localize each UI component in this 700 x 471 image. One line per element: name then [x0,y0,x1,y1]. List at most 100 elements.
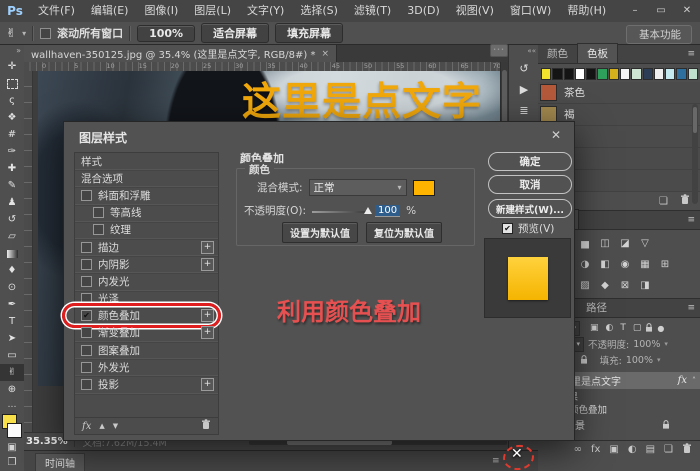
style-checkbox[interactable] [93,224,104,235]
menu-item[interactable]: 图层(L) [186,0,239,22]
layers-footer-icon[interactable]: ▣ [609,444,618,455]
swatch-chip[interactable] [665,68,675,80]
tab-close-icon[interactable]: × [321,49,329,59]
shape-tool[interactable]: ▭ [0,347,24,364]
tab-swatches[interactable]: 色板 [577,43,618,63]
tab-color[interactable]: 颜色 [538,44,577,63]
set-default-button[interactable]: 设置为默认值 [282,222,358,243]
add-instance-icon[interactable]: + [201,309,214,322]
eyedropper-tool[interactable]: ✑ [0,143,24,160]
menu-item[interactable]: 帮助(H) [559,0,614,22]
layers-footer-icon[interactable]: ◐ [628,444,637,455]
more-tools-icon[interactable]: … [8,400,17,410]
lock-all-icon[interactable] [580,355,588,365]
style-list-item[interactable]: 投影 + [75,376,218,393]
menu-item[interactable]: 滤镜(T) [346,0,399,22]
overlay-color-swatch[interactable] [413,180,435,196]
minimize-button[interactable]: – [622,0,648,22]
cancel-button[interactable]: 取消 [488,175,572,194]
tab-timeline[interactable]: 时间轴 [35,453,85,471]
style-checkbox[interactable] [81,293,92,304]
swatch-chip[interactable] [609,68,619,80]
adjustment-icon[interactable]: ◪ [618,238,632,249]
type-tool[interactable]: T [0,313,24,330]
style-checkbox[interactable] [81,276,92,287]
preview-checkbox[interactable]: ✔ [502,223,513,234]
maximize-button[interactable]: ▭ [648,0,674,22]
style-list-item[interactable]: 图案叠加 [75,342,218,359]
swatch-chip[interactable] [631,68,641,80]
tool-preset-chevron-icon[interactable]: ▾ [22,29,26,38]
swatch-chip[interactable] [586,68,596,80]
panel-menu-icon[interactable]: ≡ [687,303,695,313]
style-checkbox[interactable] [81,242,92,253]
swatch-chip[interactable] [643,68,653,80]
style-checkbox[interactable] [81,190,92,201]
adjustment-icon[interactable]: ▨ [578,280,592,291]
menu-item[interactable]: 3D(D) [399,0,448,22]
swatch-chip[interactable] [575,68,585,80]
panel-menu-icon[interactable]: ≡ [687,215,695,225]
style-list-item[interactable]: 内发光 [75,273,218,290]
swatch-chip[interactable] [688,68,698,80]
ok-button[interactable]: 确定 [488,152,572,171]
fx-icon[interactable]: fx [82,421,91,432]
new-style-button[interactable]: 新建样式(W)... [488,199,572,218]
menu-item[interactable]: 文件(F) [30,0,83,22]
workspace-switcher[interactable]: 基本功能 [626,25,692,44]
menu-item[interactable]: 视图(V) [448,0,502,22]
adjustment-icon[interactable]: ◆ [598,280,612,291]
layers-footer-icon[interactable]: ❏ [664,444,673,455]
filter-toggle-icon[interactable]: ● [657,324,664,333]
layers-footer-icon[interactable]: ∞ [574,444,582,455]
style-list-item[interactable]: 纹理 [75,222,218,239]
brush-tool[interactable]: ✎ [0,177,24,194]
hand-tool[interactable]: ✌ [0,364,24,381]
timeline-panel-menu-icon[interactable]: ≡ [492,456,500,466]
zoom-tool[interactable]: ⊕ [0,381,24,398]
reset-default-button[interactable]: 复位为默认值 [366,222,442,243]
style-list-item[interactable]: 内阴影 + [75,256,218,273]
lock-filter-icon[interactable] [645,323,653,333]
menu-item[interactable]: 图像(I) [136,0,186,22]
move-up-icon[interactable]: ▲ [99,422,104,430]
screen-mode-icon[interactable]: ❐ [8,457,17,468]
color-wells[interactable] [2,414,22,438]
eraser-tool[interactable]: ▱ [0,228,24,245]
layer-fx-badge[interactable]: fx [678,375,687,386]
style-checkbox[interactable] [81,345,92,356]
fit-screen-button[interactable]: 适合屏幕 [201,23,269,43]
swatch-list-item[interactable]: 茶色 [538,82,700,104]
style-list-item[interactable]: 描边 + [75,239,218,256]
properties-panel-icon[interactable]: ≣ [513,101,535,119]
crop-tool[interactable]: # [0,126,24,143]
layer-filter-icon[interactable]: T [620,323,626,333]
menu-item[interactable]: 选择(S) [292,0,346,22]
style-list-item[interactable]: 外发光 [75,359,218,376]
blur-tool[interactable]: ♦ [0,262,24,279]
delete-layer-icon[interactable] [682,443,692,457]
fill-screen-button[interactable]: 填充屏幕 [275,23,343,43]
tab-paths[interactable]: 路径 [577,298,616,317]
pen-tool[interactable]: ✒ [0,296,24,313]
add-instance-icon[interactable]: + [201,326,214,339]
adjustment-icon[interactable]: ◧ [598,259,612,270]
collapse-effects-icon[interactable]: ˄ [692,376,696,385]
new-swatch-icon[interactable]: ❏ [659,196,668,207]
swatch-chip[interactable] [541,68,551,80]
swatch-chip[interactable] [564,68,574,80]
adjustment-icon[interactable]: ◨ [638,280,652,291]
quick-selection-tool[interactable]: ❖ [0,109,24,126]
style-list-item[interactable]: 渐变叠加 + [75,325,218,342]
adjustment-icon[interactable]: ◫ [598,238,612,249]
background-color-swatch[interactable] [7,423,22,438]
blend-mode-select[interactable]: 正常 ▾ [309,179,407,196]
adjustment-icon[interactable]: ▅ [578,238,592,249]
style-checkbox[interactable] [93,207,104,218]
style-checkbox[interactable] [81,259,92,270]
adjustment-icon[interactable]: ◉ [618,259,632,270]
clone-stamp-tool[interactable]: ♟ [0,194,24,211]
swatch-chip[interactable] [552,68,562,80]
style-checkbox[interactable] [81,327,92,338]
adjustment-icon[interactable]: ⊞ [658,259,672,270]
